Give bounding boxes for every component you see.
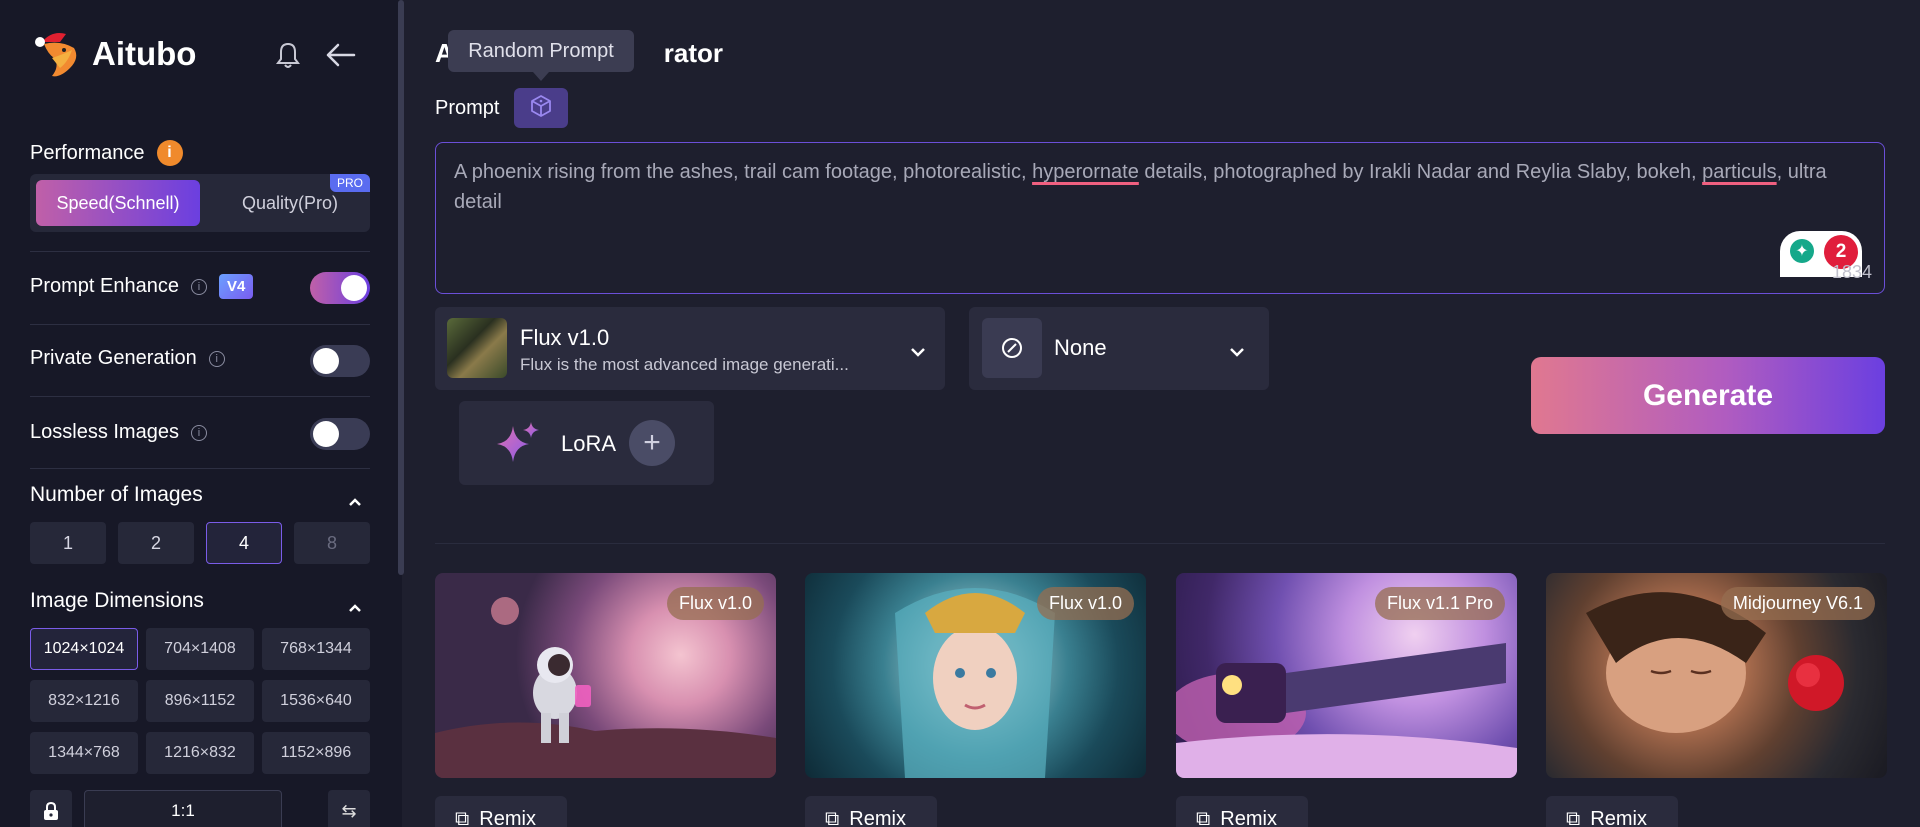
chevron-up-icon[interactable] bbox=[348, 494, 362, 506]
model-description: Flux is the most advanced image generati… bbox=[520, 355, 849, 374]
dimension-option[interactable]: 704×1408 bbox=[146, 628, 254, 670]
dimension-option[interactable]: 1536×640 bbox=[262, 680, 370, 722]
grammar-check-icon: ✦ bbox=[1790, 239, 1814, 263]
prompt-enhance-label: Prompt Enhance bbox=[30, 275, 179, 297]
lossless-images-label: Lossless Images bbox=[30, 421, 179, 443]
num-images-4[interactable]: 4 bbox=[206, 522, 282, 564]
info-icon[interactable]: i bbox=[208, 350, 225, 367]
model-thumbnail bbox=[447, 318, 507, 378]
random-prompt-tooltip: Random Prompt bbox=[448, 30, 634, 72]
remix-button[interactable]: ⧉ Remix bbox=[805, 796, 937, 827]
toggle-knob bbox=[313, 348, 339, 374]
prompt-text[interactable]: A phoenix rising from the ashes, trail c… bbox=[454, 157, 1864, 217]
char-count: 1834 bbox=[1831, 262, 1872, 282]
info-icon[interactable]: i bbox=[190, 278, 207, 295]
dimension-option[interactable]: 832×1216 bbox=[30, 680, 138, 722]
divider bbox=[30, 324, 370, 325]
copy-icon: ⧉ bbox=[455, 807, 470, 827]
model-badge: Flux v1.0 bbox=[666, 587, 764, 620]
lora-label: LoRA bbox=[561, 431, 617, 456]
lossless-images-toggle[interactable] bbox=[310, 418, 370, 450]
app-name: Aitubo bbox=[92, 35, 197, 72]
info-icon[interactable]: i bbox=[156, 140, 183, 166]
model-badge: Flux v1.1 Pro bbox=[1374, 587, 1505, 620]
performance-toggle: Speed(Schnell) Quality(Pro) PRO bbox=[30, 174, 370, 232]
chevron-up-icon[interactable] bbox=[348, 600, 362, 612]
logo[interactable]: Aitubo bbox=[30, 28, 196, 80]
copy-icon: ⧉ bbox=[1196, 807, 1211, 827]
model-badge: Midjourney V6.1 bbox=[1720, 587, 1875, 620]
toggle-knob bbox=[341, 275, 367, 301]
chevron-down-icon bbox=[910, 344, 926, 357]
none-circle-slash-icon bbox=[982, 318, 1042, 378]
style-select[interactable]: None bbox=[969, 307, 1269, 390]
remix-button[interactable]: ⧉ Remix bbox=[435, 796, 567, 827]
generate-button[interactable]: Generate bbox=[1531, 357, 1885, 434]
toggle-knob bbox=[313, 421, 339, 447]
prompt-textarea[interactable]: A phoenix rising from the ashes, trail c… bbox=[435, 142, 1885, 294]
lora-panel: LoRA + bbox=[459, 401, 714, 485]
sidebar-scrollbar[interactable] bbox=[398, 0, 404, 575]
collapse-arrow-icon[interactable] bbox=[324, 40, 358, 70]
number-of-images-label: Number of Images bbox=[30, 483, 203, 506]
divider bbox=[435, 543, 1885, 544]
speed-option[interactable]: Speed(Schnell) bbox=[36, 180, 200, 226]
divider bbox=[30, 396, 370, 397]
copy-icon: ⧉ bbox=[825, 807, 840, 827]
num-images-8[interactable]: 8 bbox=[294, 522, 370, 564]
divider bbox=[30, 251, 370, 252]
info-icon[interactable]: i bbox=[190, 424, 207, 441]
misspelled-word: hyperornate bbox=[1032, 161, 1139, 183]
gallery-card[interactable]: Flux v1.0 bbox=[435, 573, 776, 778]
private-generation-label: Private Generation bbox=[30, 347, 197, 369]
copy-icon: ⧉ bbox=[1566, 807, 1581, 827]
private-generation-toggle[interactable] bbox=[310, 345, 370, 377]
dice-cube-icon bbox=[528, 93, 554, 124]
tooltip-arrow bbox=[533, 72, 549, 81]
dimension-option[interactable]: 1344×768 bbox=[30, 732, 138, 774]
dimension-option[interactable]: 768×1344 bbox=[262, 628, 370, 670]
gallery-card[interactable]: Flux v1.1 Pro bbox=[1176, 573, 1517, 778]
performance-label: Performance i bbox=[30, 140, 183, 166]
num-images-2[interactable]: 2 bbox=[118, 522, 194, 564]
dimension-option[interactable]: 1216×832 bbox=[146, 732, 254, 774]
dimension-option[interactable]: 1024×1024 bbox=[30, 628, 138, 670]
dimension-option[interactable]: 1152×896 bbox=[262, 732, 370, 774]
model-select[interactable]: Flux v1.0 Flux is the most advanced imag… bbox=[435, 307, 945, 390]
style-name: None bbox=[1054, 335, 1107, 360]
lock-icon[interactable] bbox=[30, 790, 72, 827]
prompt-enhance-row: Prompt Enhance i V4 bbox=[30, 274, 254, 299]
chevron-down-icon bbox=[1229, 344, 1245, 357]
swap-icon[interactable]: ⇆ bbox=[328, 790, 370, 827]
pro-badge: PRO bbox=[329, 174, 370, 192]
phoenix-logo-icon bbox=[30, 28, 86, 80]
private-generation-row: Private Generation i bbox=[30, 347, 225, 370]
misspelled-word: particuls bbox=[1702, 161, 1777, 183]
gallery-card[interactable]: Flux v1.0 bbox=[805, 573, 1146, 778]
remix-button[interactable]: ⧉ Remix bbox=[1176, 796, 1308, 827]
bell-icon[interactable] bbox=[274, 40, 302, 70]
aspect-ratio-field[interactable]: 1:1 bbox=[84, 790, 282, 827]
sparkle-icon bbox=[493, 418, 543, 468]
num-images-1[interactable]: 1 bbox=[30, 522, 106, 564]
gallery-card[interactable]: Midjourney V6.1 bbox=[1546, 573, 1887, 778]
sidebar: Aitubo Performance i Speed(Schnell) Qual… bbox=[0, 0, 402, 827]
remix-button[interactable]: ⧉ Remix bbox=[1546, 796, 1678, 827]
divider bbox=[30, 468, 370, 469]
dimension-option[interactable]: 896×1152 bbox=[146, 680, 254, 722]
random-prompt-button[interactable] bbox=[514, 88, 568, 128]
v4-badge: V4 bbox=[218, 274, 254, 299]
model-name: Flux v1.0 bbox=[520, 325, 610, 350]
prompt-label: Prompt bbox=[435, 97, 500, 119]
lossless-images-row: Lossless Images i bbox=[30, 421, 207, 444]
add-lora-button[interactable]: + bbox=[629, 420, 675, 466]
image-dimensions-label: Image Dimensions bbox=[30, 589, 204, 612]
prompt-enhance-toggle[interactable] bbox=[310, 272, 370, 304]
model-badge: Flux v1.0 bbox=[1036, 587, 1134, 620]
